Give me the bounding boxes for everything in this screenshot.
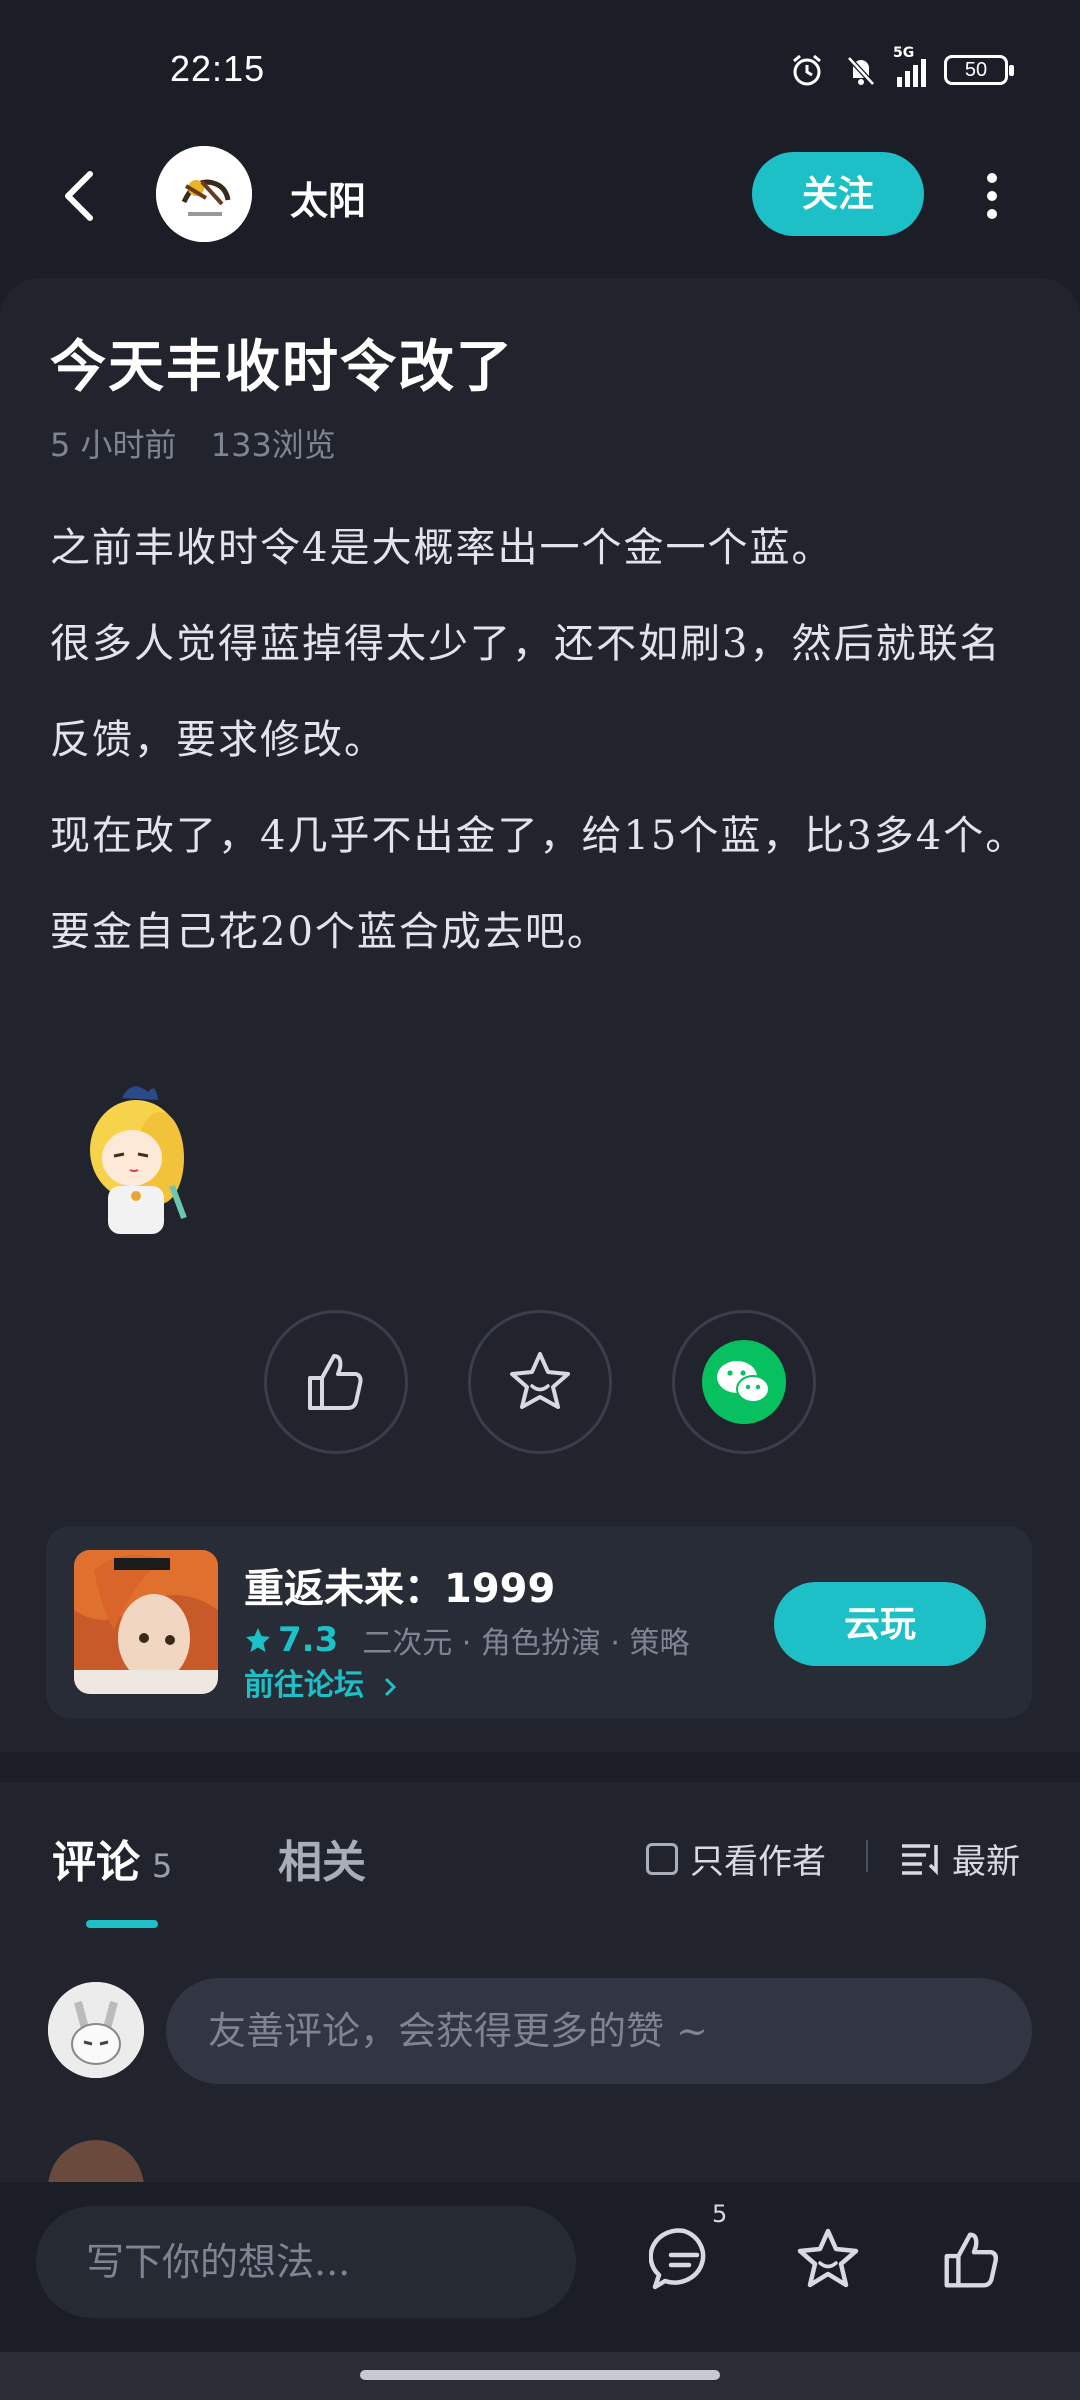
sort-button[interactable]: 最新	[900, 1834, 1020, 1883]
post-time: 5 小时前	[50, 426, 177, 464]
author-name[interactable]: 太阳	[290, 170, 366, 225]
like-bottom-button[interactable]	[930, 2218, 1014, 2302]
favorite-button[interactable]	[468, 1310, 612, 1454]
tab-comments[interactable]: 评论 5	[52, 1826, 172, 1890]
article-paragraph: 要金自己花20个蓝合成去吧。	[50, 909, 609, 955]
tab-comments-label: 评论	[52, 1837, 140, 1888]
tab-related[interactable]: 相关	[278, 1826, 366, 1890]
article-paragraph: 很多人觉得蓝掉得太少了，还不如刷3，然后就联名反馈，要求修改。	[50, 621, 1002, 763]
follow-button[interactable]: 关注	[752, 152, 924, 236]
author-avatar-image	[156, 146, 252, 242]
comment-button[interactable]	[642, 2218, 726, 2302]
game-rating: 7.3	[244, 1620, 338, 1660]
game-tags: 二次元 · 角色扮演 · 策略	[362, 1626, 690, 1661]
tab-comments-count: 5	[152, 1847, 173, 1885]
comment-count-badge: 5	[712, 2200, 728, 2228]
chevron-right-icon	[385, 1677, 397, 1696]
game-icon-image	[74, 1550, 218, 1694]
author-avatar[interactable]	[156, 146, 252, 242]
mute-icon	[847, 56, 875, 86]
comments-section: 评论 5 相关 只看作者 最新 友善评论，会获得更多的赞 ~	[0, 1782, 1080, 2202]
network-type: 5G	[893, 45, 915, 61]
forum-link-label: 前往论坛	[244, 1668, 364, 1703]
user-avatar-image	[48, 1982, 144, 2078]
back-button[interactable]	[56, 168, 106, 224]
more-icon	[987, 173, 997, 219]
sort-icon	[902, 1843, 938, 1875]
game-meta: 7.3 二次元 · 角色扮演 · 策略	[244, 1618, 689, 1662]
author-only-toggle[interactable]: 只看作者	[646, 1834, 826, 1883]
author-only-checkbox[interactable]	[646, 1842, 678, 1875]
status-time: 22:15	[170, 48, 266, 89]
author-only-label: 只看作者	[690, 1842, 826, 1882]
article-body: 之前丰收时令4是大概率出一个金一个蓝。 很多人觉得蓝掉得太少了，还不如刷3，然后…	[50, 500, 1040, 980]
article-meta: 5 小时前 133浏览	[50, 420, 360, 466]
share-wechat-button[interactable]	[672, 1310, 816, 1454]
home-indicator[interactable]	[360, 2370, 720, 2380]
status-bar: 22:15 5G 50	[0, 0, 1080, 140]
thumbs-up-icon	[308, 1354, 363, 1410]
sticker-image	[90, 1086, 187, 1234]
article-paragraph: 现在改了，4几乎不出金了，给15个蓝，比3多4个。	[50, 813, 1028, 859]
article-paragraph: 之前丰收时令4是大概率出一个金一个蓝。	[50, 525, 834, 571]
game-rating-value: 7.3	[278, 1620, 339, 1660]
back-icon	[65, 171, 93, 221]
signal-icon: 5G	[893, 45, 926, 87]
star-icon	[510, 1352, 570, 1409]
sort-label: 最新	[952, 1842, 1020, 1882]
star-icon	[797, 2228, 859, 2288]
user-avatar[interactable]	[48, 1982, 144, 2078]
like-button[interactable]	[264, 1310, 408, 1454]
emoji-sticker[interactable]	[72, 1078, 208, 1244]
comment-input[interactable]: 友善评论，会获得更多的赞 ~	[166, 1978, 1032, 2084]
system-nav-bar	[0, 2352, 1080, 2400]
status-icons: 5G 50	[789, 45, 1014, 88]
top-bar: 太阳 关注	[0, 140, 1080, 250]
thumbs-up-icon	[944, 2232, 999, 2288]
game-card[interactable]: 重返未来：1999 7.3 二次元 · 角色扮演 · 策略 前往论坛 云玩	[46, 1526, 1032, 1718]
view-count: 133浏览	[210, 426, 336, 464]
comment-icon	[649, 2228, 706, 2290]
divider	[866, 1840, 868, 1872]
article-title: 今天丰收时令改了	[50, 335, 514, 400]
alarm-icon	[793, 54, 821, 86]
battery-indicator: 50	[944, 55, 1014, 85]
write-comment-input[interactable]: 写下你的想法...	[36, 2206, 576, 2318]
bottom-bar: 写下你的想法... 5	[0, 2182, 1080, 2350]
cloud-play-button[interactable]: 云玩	[774, 1582, 986, 1666]
favorite-bottom-button[interactable]	[786, 2218, 870, 2302]
game-icon[interactable]	[74, 1550, 218, 1694]
game-name[interactable]: 重返未来：1999	[244, 1556, 555, 1614]
active-tab-indicator	[86, 1920, 158, 1928]
forum-link[interactable]: 前往论坛	[244, 1660, 400, 1704]
rating-star-icon	[246, 1628, 270, 1652]
wechat-icon	[702, 1340, 786, 1424]
more-button[interactable]	[980, 170, 1004, 222]
